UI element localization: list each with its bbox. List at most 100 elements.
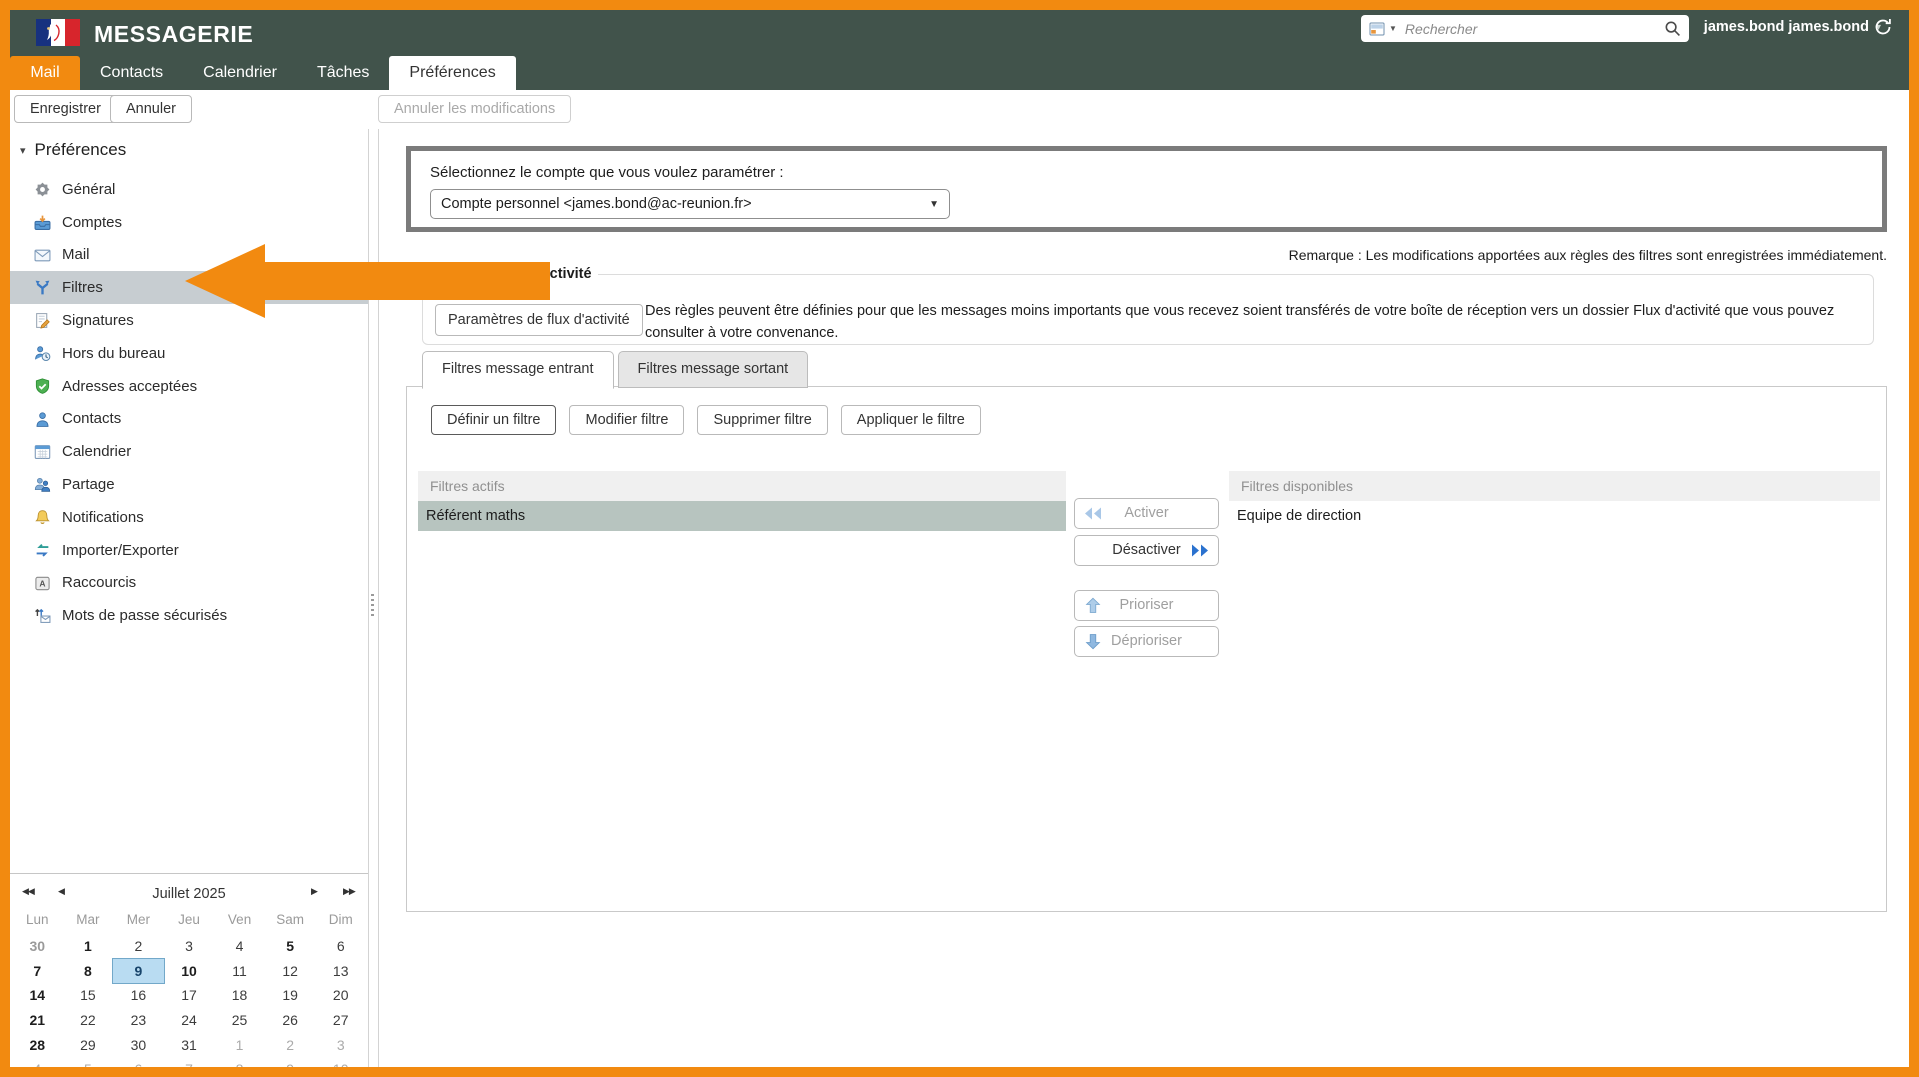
sidebar-splitter[interactable] <box>368 129 379 1067</box>
filter-tab-sortant[interactable]: Filtres message sortant <box>618 351 809 388</box>
tab-preferences[interactable]: Préférences <box>389 56 515 90</box>
tab-mail[interactable]: Mail <box>10 56 80 90</box>
filter-tab-entrant[interactable]: Filtres message entrant <box>422 351 614 389</box>
calendar-day[interactable]: 27 <box>315 1008 366 1033</box>
search-bar[interactable]: ▼ <box>1361 15 1689 42</box>
calendar-day[interactable]: 4 <box>12 1057 63 1067</box>
calendar-day[interactable]: 7 <box>12 959 63 984</box>
calendar-day[interactable]: 29 <box>63 1033 114 1058</box>
calendar-day[interactable]: 9 <box>265 1057 316 1067</box>
sidebar-item-label: Raccourcis <box>62 574 136 591</box>
save-button[interactable]: Enregistrer <box>14 95 117 123</box>
cancel-button[interactable]: Annuler <box>110 95 192 123</box>
calendar-day[interactable]: 4 <box>214 934 265 959</box>
calendar-day[interactable]: 21 <box>12 1008 63 1033</box>
calendar-day[interactable]: 2 <box>265 1033 316 1058</box>
activate-button[interactable]: Activer <box>1074 498 1219 529</box>
calendar-next-year-icon[interactable]: ▶▶ <box>343 886 355 897</box>
sidebar-item-hors-du-bureau[interactable]: Hors du bureau <box>10 337 368 370</box>
user-menu[interactable]: james.bond james.bond ▾ <box>1704 19 1881 35</box>
calendar-day[interactable]: 30 <box>12 934 63 959</box>
calendar-day[interactable]: 6 <box>315 934 366 959</box>
modifier-filtre-button[interactable]: Modifier filtre <box>569 405 684 435</box>
calendar-day[interactable]: 14 <box>12 983 63 1008</box>
calendar-day[interactable]: 13 <box>315 959 366 984</box>
active-filter-row[interactable]: Référent maths <box>418 501 1066 531</box>
calendar-day[interactable]: 3 <box>164 934 215 959</box>
shield-check-icon <box>34 378 51 395</box>
tab-contacts[interactable]: Contacts <box>80 56 183 90</box>
calendar-day[interactable]: 1 <box>214 1033 265 1058</box>
sidebar-item-calendrier[interactable]: Calendrier <box>10 435 368 468</box>
calendar-day[interactable]: 10 <box>164 959 215 984</box>
search-type-dropdown-icon[interactable]: ▼ <box>1389 24 1397 33</box>
calendar-day[interactable]: 22 <box>63 1008 114 1033</box>
active-filters-list: Filtres actifs Référent maths <box>418 471 1066 531</box>
appliquer-le-filtre-button[interactable]: Appliquer le filtre <box>841 405 981 435</box>
deprioritize-button[interactable]: Déprioriser <box>1074 626 1219 657</box>
sidebar-item-mail[interactable]: Mail <box>10 239 368 272</box>
refresh-icon[interactable] <box>1873 17 1893 37</box>
calendar-day[interactable]: 19 <box>265 983 316 1008</box>
search-input[interactable] <box>1403 20 1664 38</box>
calendar-day[interactable]: 15 <box>63 983 114 1008</box>
calendar-day[interactable]: 9 <box>113 959 164 984</box>
account-selector-box: Sélectionnez le compte que vous voulez p… <box>406 146 1887 232</box>
sidebar-item-contacts[interactable]: Contacts <box>10 403 368 436</box>
calendar-day[interactable]: 7 <box>164 1057 215 1067</box>
calendar-day[interactable]: 5 <box>63 1057 114 1067</box>
calendar-day[interactable]: 6 <box>113 1057 164 1067</box>
calendar-day[interactable]: 31 <box>164 1033 215 1058</box>
activity-stream-settings-button[interactable]: Paramètres de flux d'activité <box>435 304 643 336</box>
calendar-day[interactable]: 30 <box>113 1033 164 1058</box>
definir-un-filtre-button[interactable]: Définir un filtre <box>431 405 556 435</box>
calendar-day[interactable]: 17 <box>164 983 215 1008</box>
search-icon[interactable] <box>1664 20 1681 37</box>
calendar-day[interactable]: 24 <box>164 1008 215 1033</box>
tab-calendrier[interactable]: Calendrier <box>183 56 297 90</box>
sidebar-item-comptes[interactable]: Comptes <box>10 206 368 239</box>
calendar-day[interactable]: 28 <box>12 1033 63 1058</box>
calendar-day[interactable]: 26 <box>265 1008 316 1033</box>
splitter-grip-icon[interactable] <box>371 594 374 618</box>
account-select[interactable]: Compte personnel <james.bond@ac-reunion.… <box>430 189 950 219</box>
sidebar-item-partage[interactable]: Partage <box>10 468 368 501</box>
webmail-app: MESSAGERIE ▼ james.bond james.bond ▾ Ma <box>10 10 1909 1067</box>
sidebar-item-signatures[interactable]: Signatures <box>10 304 368 337</box>
calendar-day[interactable]: 12 <box>265 959 316 984</box>
tab-taches[interactable]: Tâches <box>297 56 389 90</box>
sidebar-item-filtres[interactable]: Filtres <box>10 271 368 304</box>
sidebar-item-raccourcis[interactable]: ARaccourcis <box>10 567 368 600</box>
calendar-day[interactable]: 23 <box>113 1008 164 1033</box>
preferences-toolbar: Enregistrer Annuler Annuler les modifica… <box>10 90 1909 129</box>
calendar-day[interactable]: 11 <box>214 959 265 984</box>
calendar-day[interactable]: 18 <box>214 983 265 1008</box>
undo-changes-button[interactable]: Annuler les modifications <box>378 95 571 123</box>
calendar-day[interactable]: 25 <box>214 1008 265 1033</box>
calendar-day[interactable]: 1 <box>63 934 114 959</box>
search-type-mail-icon[interactable] <box>1369 21 1385 37</box>
activate-label: Activer <box>1075 499 1218 528</box>
calendar-day[interactable]: 3 <box>315 1033 366 1058</box>
sidebar-item-general[interactable]: Général <box>10 173 368 206</box>
deactivate-button[interactable]: Désactiver <box>1074 535 1219 566</box>
calendar-day[interactable]: 2 <box>113 934 164 959</box>
calendar-next-month-icon[interactable]: ▶ <box>311 886 317 897</box>
sidebar-tree-header[interactable]: ▾ Préférences <box>20 140 126 160</box>
calendar-day[interactable]: 20 <box>315 983 366 1008</box>
sidebar-item-notifications[interactable]: Notifications <box>10 501 368 534</box>
calendar-day[interactable]: 16 <box>113 983 164 1008</box>
sidebar-item-importer-exporter[interactable]: Importer/Exporter <box>10 534 368 567</box>
deprioritize-label: Déprioriser <box>1075 627 1218 656</box>
calendar-day[interactable]: 8 <box>214 1057 265 1067</box>
tree-collapse-icon[interactable]: ▾ <box>20 144 26 157</box>
prioritize-button[interactable]: Prioriser <box>1074 590 1219 621</box>
sidebar-item-mots-de-passe-securises[interactable]: Mots de passe sécurisés <box>10 599 368 632</box>
calendar-day[interactable]: 8 <box>63 959 114 984</box>
supprimer-filtre-button[interactable]: Supprimer filtre <box>697 405 827 435</box>
calendar-day[interactable]: 5 <box>265 934 316 959</box>
sidebar-item-adresses-acceptees[interactable]: Adresses acceptées <box>10 370 368 403</box>
available-filter-row[interactable]: Equipe de direction <box>1229 501 1880 531</box>
sidebar-item-label: Partage <box>62 476 115 493</box>
calendar-day[interactable]: 10 <box>315 1057 366 1067</box>
